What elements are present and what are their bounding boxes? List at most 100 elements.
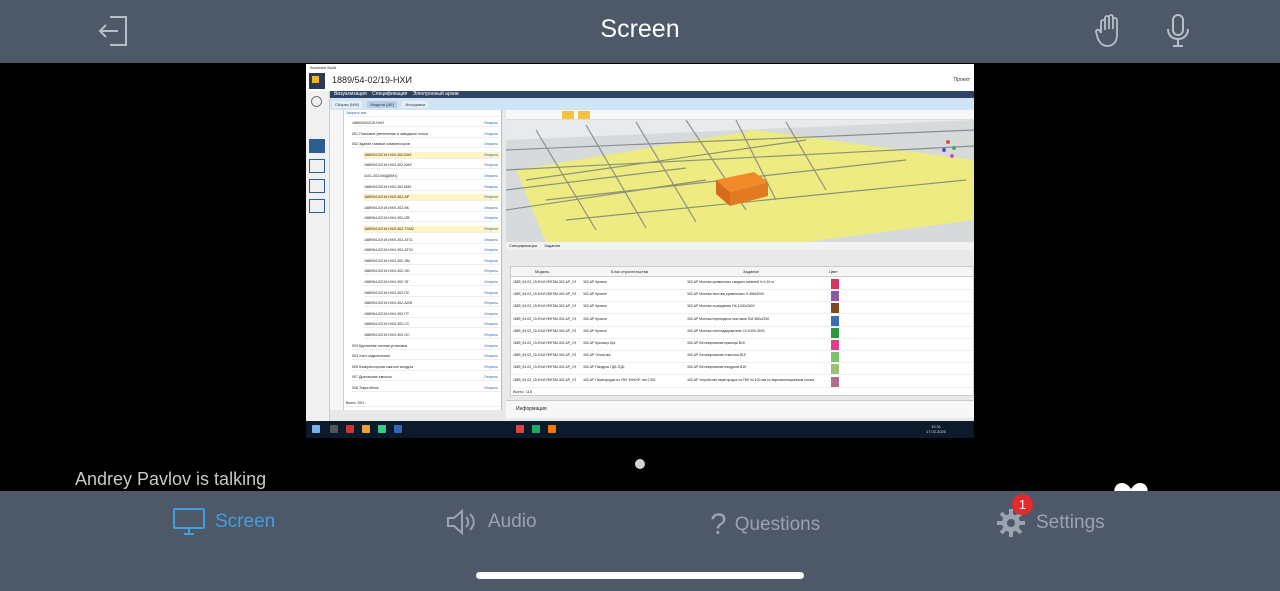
tab-settings[interactable]: Settings	[996, 508, 1105, 538]
tree-open-link[interactable]: Открыть	[484, 226, 498, 232]
home-indicator[interactable]	[476, 572, 804, 579]
remote-subtab: Исходники	[402, 101, 429, 108]
tree-item[interactable]: 1889/54-02/19-НХИ-302-ПТ Открыть	[364, 311, 500, 318]
table-row[interactable]: 1889_54-02_19-НХИ-ЯНГКМ-302-АР_УЗ 302-АР …	[511, 290, 973, 303]
tree-item[interactable]: 1889/54-02/19-НХИ-302-КЖ1 Открыть	[364, 151, 500, 159]
tree-open-link[interactable]: Открыть	[484, 194, 498, 200]
tree-item[interactable]: 003 Крупнение полная установок Открыть	[352, 343, 500, 350]
table-row[interactable]: 1889_54-02_19-НХИ-ЯНГКМ-302-АР_УЗ 302-АР …	[511, 278, 973, 290]
grid-cell-block: 302-АР Кровля	[583, 304, 607, 309]
tree-open-link[interactable]: Открыть	[484, 311, 498, 317]
grid-cell-block: 302-АР Кровля	[583, 328, 607, 333]
tree-item[interactable]: 1889/54-02/19-НХИ-302-ЭО Открыть	[364, 268, 500, 276]
tree-open-link[interactable]: Открыть	[484, 343, 498, 349]
tree-item[interactable]: 1889/54-02/19-НХИ-302-АР Открыть	[364, 194, 500, 202]
shared-screen[interactable]: Assistant Build 1889/54-02/19-НХИ Проект…	[306, 64, 974, 438]
grid-cell-task: 302-АР Бетонирование отмостки В15	[687, 353, 746, 358]
remote-result-tabs: Спецификация Задания	[506, 242, 974, 250]
tree-item-label: 1889/54-02/19-НХИ-302-АТХ2	[364, 248, 414, 253]
tree-item[interactable]: 1889/54/02/19-НХИ Открыть	[352, 120, 500, 127]
grid-color-swatch	[831, 291, 839, 302]
remote-tool-button	[562, 111, 574, 119]
tree-open-link[interactable]: Открыть	[484, 215, 498, 221]
remote-back-icon	[311, 96, 322, 107]
tree-item[interactable]: 1889/54-02/19-НХИ-302-СС Открыть	[364, 321, 500, 329]
tree-item[interactable]: 008 Энергоблок Открыть	[352, 385, 500, 392]
remote-nav-icon	[309, 179, 325, 193]
microphone-icon[interactable]	[1165, 13, 1191, 54]
tree-open-link[interactable]: Открыть	[484, 374, 498, 380]
tree-open-link[interactable]: Открыть	[484, 364, 498, 370]
tree-open-link[interactable]: Открыть	[484, 173, 498, 179]
tree-item[interactable]: 1889/54-02/19-НХИ-302-АТХ2 Открыть	[364, 247, 500, 255]
tree-open-link[interactable]: Открыть	[484, 353, 498, 359]
tree-item[interactable]: 1889/54-02/19-НХИ-302-КМ2 Открыть	[364, 184, 500, 191]
table-row[interactable]: 1889_54-02_19-НХИ-ЯНГКМ-302-АР_УЗ 302-АР …	[511, 315, 973, 327]
taskbar-app-icon	[378, 425, 386, 433]
tree-open-link[interactable]: Открыть	[484, 279, 498, 285]
remote-menu-item: Электронный архив	[412, 91, 459, 97]
tree-open-link[interactable]: Открыть	[484, 152, 498, 158]
grid-color-swatch	[831, 364, 839, 375]
tab-questions[interactable]: ? Questions	[710, 508, 820, 542]
tree-header[interactable]: Закрыть все	[346, 110, 500, 117]
tree-item-label: 007 Дренажная емкость	[352, 375, 393, 380]
remote-model-tree: Закрыть все 1889/54/02/19-НХИ Открыть 001 П…	[344, 110, 502, 410]
grid-footer: Всего: 115	[513, 389, 533, 394]
tree-open-link[interactable]: Открыть	[484, 141, 498, 147]
table-row[interactable]: 1889_54-02_19-НХИ-ЯНГКМ-302-АР_УЗ 302-АР …	[511, 327, 973, 339]
tree-item[interactable]: 1889/54-02/19-НХИ-302-ОВ Открыть	[364, 215, 500, 223]
tree-open-link[interactable]: Открыть	[484, 120, 498, 126]
tree-item[interactable]: 004 Узел подключения Открыть	[352, 353, 500, 361]
tree-item[interactable]: 1889/54-02/19-НХИ-302-ТХМ2 Открыть	[364, 226, 500, 233]
tree-open-link[interactable]: Открыть	[484, 162, 498, 168]
tree-item[interactable]: 005 Компрессорная сжатого воздуха Открыть	[352, 364, 500, 371]
tree-item-label: 002 Здание газовых компрессоров	[352, 142, 410, 147]
tab-screen[interactable]: Screen	[173, 508, 275, 536]
tree-open-link[interactable]: Открыть	[484, 332, 498, 338]
tree-item[interactable]: 1889/54-02/19-НХИ-302-ПС Открыть	[364, 290, 500, 297]
table-row[interactable]: 1889_54-02_19-НХИ-ЯНГКМ-302-АР_УЗ 302-АР …	[511, 351, 973, 364]
tree-item[interactable]: 1889/54-02/19-НХИ-302-АОВ Открыть	[364, 300, 500, 308]
tree-item-label: 1889/54-02/19-НХИ-302-ОВ	[364, 216, 410, 221]
grid-cell-block: 302-АР Отмостка	[583, 353, 611, 358]
tree-open-link[interactable]: Открыть	[484, 321, 498, 327]
tree-item-label: 1889/54-02/19-НХИ-302-СС	[364, 322, 410, 327]
tree-open-link[interactable]: Открыть	[484, 300, 498, 306]
tree-item[interactable]: 007 Дренажная емкость Открыть	[352, 374, 500, 382]
table-row[interactable]: 1889_54-02_19-НХИ-ЯНГКМ-302-АР_УЗ 302-АР …	[511, 339, 973, 351]
table-row[interactable]: 1889_54-02_19-НХИ-ЯНГКМ-302-АР_УЗ 302-АР …	[511, 363, 973, 376]
tree-item[interactable]: 1889/54-02/19-НХИ-302-ЭГ Открыть	[364, 279, 500, 286]
table-row[interactable]: 1889_54-02_19-НХИ-ЯНГКМ-302-АР_УЗ 302-АР …	[511, 302, 973, 315]
tree-item[interactable]: 1889/54-02/19-НХИ-302-ВК Открыть	[364, 205, 500, 212]
raise-hand-icon[interactable]	[1094, 13, 1126, 54]
screen-share-stage: Assistant Build 1889/54-02/19-НХИ Проект…	[0, 63, 1280, 515]
remote-left-nav	[306, 91, 330, 421]
tab-audio[interactable]: Audio	[446, 508, 537, 536]
tree-item[interactable]: 001 Плановое увеличение и заводское плос…	[352, 131, 500, 138]
grid-cell-model: 1889_54-02_19-НХИ-ЯНГКМ-302-АР_УЗ	[513, 365, 577, 370]
remote-nav-icon	[309, 159, 325, 173]
grid-cell-block: 302-АР Кровля	[583, 280, 607, 284]
tree-open-link[interactable]: Открыть	[484, 385, 498, 391]
grid-cell-task: 302-АР Устройство перегородок из ГВЛ по …	[687, 377, 814, 382]
tree-item[interactable]: 1889/54-02/19-НХИ-302-КЖ2 Открыть	[364, 162, 500, 170]
tree-item[interactable]: 1889/54-02/19-НХИ-302-АТХ1 Открыть	[364, 237, 500, 244]
grid-column-header: Блок строительства	[611, 269, 648, 274]
table-row[interactable]: 1889_54-02_19-НХИ-ЯНГКМ-302-АР_УЗ 302-АР …	[511, 376, 973, 388]
remote-window-title: Assistant Build	[306, 64, 974, 71]
tree-open-link[interactable]: Открыть	[484, 258, 498, 264]
grid-cell-model: 1889_54-02_19-НХИ-ЯНГКМ-302-АР_УЗ	[513, 377, 577, 382]
tree-open-link[interactable]: Открыть	[484, 205, 498, 211]
tree-open-link[interactable]: Открыть	[484, 290, 498, 296]
tree-open-link[interactable]: Открыть	[484, 131, 498, 137]
tree-item[interactable]: 1889/54-02/19-НХИ-302-ЭМ Открыть	[364, 258, 500, 265]
monitor-icon	[173, 508, 205, 535]
tree-open-link[interactable]: Открыть	[484, 247, 498, 253]
tree-item[interactable]: 4151-302-КМД(КМ1) Открыть	[364, 173, 500, 180]
tree-open-link[interactable]: Открыть	[484, 237, 498, 243]
tree-item[interactable]: 002 Здание газовых компрессоров Открыть	[352, 141, 500, 149]
tree-open-link[interactable]: Открыть	[484, 184, 498, 190]
tree-item[interactable]: 1889/54-02/19-НХИ-302-ОС Открыть	[364, 332, 500, 339]
tree-open-link[interactable]: Открыть	[484, 268, 498, 274]
